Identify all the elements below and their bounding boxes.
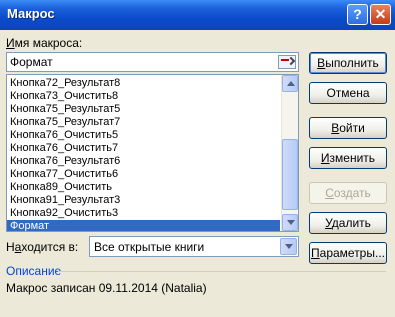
macro-dialog: Макрос ? ✕ Имя макроса: Формат Кнопка72_… bbox=[0, 0, 395, 317]
collapse-dialog-icon[interactable] bbox=[278, 55, 296, 69]
run-button[interactable]: Выполнить bbox=[309, 52, 387, 74]
close-icon: ✕ bbox=[374, 6, 387, 22]
macro-list[interactable]: Кнопка72_Результат8 Кнопка73_Очистить8 Кно… bbox=[6, 74, 299, 232]
scroll-down-button[interactable] bbox=[282, 214, 298, 231]
list-item[interactable]: Формат bbox=[7, 220, 280, 231]
list-item[interactable]: Кнопка92_Очистить3 bbox=[7, 207, 280, 220]
location-label: Находится в: bbox=[6, 240, 79, 254]
help-button[interactable]: ? bbox=[347, 4, 368, 25]
list-item[interactable]: Кнопка73_Очистить8 bbox=[7, 90, 280, 103]
macro-name-value: Формат bbox=[10, 55, 53, 69]
list-scrollbar[interactable] bbox=[281, 75, 298, 231]
cancel-button[interactable]: Отмена bbox=[309, 82, 387, 104]
list-item[interactable]: Кнопка89_Очистить bbox=[7, 181, 280, 194]
window-title: Макрос bbox=[7, 6, 55, 21]
delete-button[interactable]: Удалить bbox=[309, 212, 387, 234]
description-section-label: Описание bbox=[6, 264, 62, 278]
list-item[interactable]: Кнопка72_Результат8 bbox=[7, 77, 280, 90]
help-icon: ? bbox=[353, 6, 362, 22]
list-item[interactable]: Кнопка76_Очистить5 bbox=[7, 129, 280, 142]
list-item[interactable]: Кнопка76_Результат6 bbox=[7, 155, 280, 168]
scroll-thumb[interactable] bbox=[282, 139, 298, 210]
list-item[interactable]: Кнопка75_Результат7 bbox=[7, 116, 280, 129]
edit-button[interactable]: Изменить bbox=[309, 147, 387, 169]
chevron-up-icon bbox=[287, 81, 295, 86]
list-item[interactable]: Кнопка75_Результат5 bbox=[7, 103, 280, 116]
create-button[interactable]: Создать bbox=[309, 182, 387, 204]
chevron-down-icon bbox=[287, 220, 295, 225]
location-value: Все открытые книги bbox=[94, 240, 205, 254]
list-item[interactable]: Кнопка77_Очистить6 bbox=[7, 168, 280, 181]
scroll-up-button[interactable] bbox=[282, 75, 298, 92]
close-button[interactable]: ✕ bbox=[370, 4, 391, 25]
step-into-button[interactable]: Войти bbox=[309, 117, 387, 139]
macro-name-label: Имя макроса: bbox=[6, 36, 83, 50]
chevron-down-icon bbox=[285, 244, 293, 249]
list-item[interactable]: Кнопка91_Результат3 bbox=[7, 194, 280, 207]
options-button[interactable]: Параметры... bbox=[309, 242, 387, 264]
dropdown-button[interactable] bbox=[280, 238, 297, 255]
list-item[interactable]: Кнопка76_Очистить7 bbox=[7, 142, 280, 155]
macro-name-input[interactable]: Формат bbox=[6, 52, 299, 72]
description-text: Макрос записан 09.11.2014 (Natalia) bbox=[6, 281, 207, 295]
section-divider bbox=[58, 271, 386, 272]
title-bar: Макрос ? ✕ bbox=[0, 0, 395, 30]
location-select[interactable]: Все открытые книги bbox=[89, 236, 299, 257]
